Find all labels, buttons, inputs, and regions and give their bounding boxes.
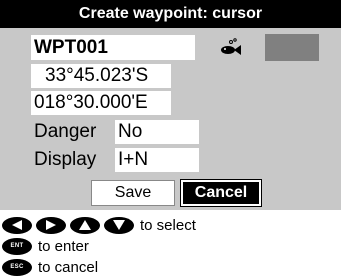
enter-key-label: ENT xyxy=(10,243,24,249)
escape-key-label: ESC xyxy=(10,264,24,270)
latitude-field[interactable]: 33°45.023'S xyxy=(31,64,171,88)
down-arrow-key-icon xyxy=(104,216,134,234)
help-select-text: to select xyxy=(140,216,196,234)
up-arrow-key-icon xyxy=(70,216,100,234)
danger-field[interactable]: No xyxy=(115,120,199,144)
cancel-button[interactable]: Cancel xyxy=(180,179,262,207)
dialog-title: Create waypoint: cursor xyxy=(0,0,341,28)
display-field[interactable]: I+N xyxy=(115,148,199,172)
waypoint-color-swatch[interactable] xyxy=(265,34,319,61)
save-button[interactable]: Save xyxy=(91,180,175,206)
help-enter-row: ENT to enter xyxy=(2,236,89,256)
right-arrow-key-icon xyxy=(36,216,66,234)
waypoint-name-field[interactable]: WPT001 xyxy=(31,35,195,60)
help-cancel-text: to cancel xyxy=(38,258,99,276)
danger-label: Danger xyxy=(34,121,97,142)
create-waypoint-dialog: Create waypoint: cursor WPT001 33°45.023… xyxy=(0,0,341,210)
escape-key-icon: ESC xyxy=(2,258,32,276)
help-enter-text: to enter xyxy=(38,237,89,255)
left-arrow-key-icon xyxy=(2,216,32,234)
help-cancel-row: ESC to cancel xyxy=(2,257,98,277)
enter-key-icon: ENT xyxy=(2,237,32,255)
longitude-field[interactable]: 018°30.000'E xyxy=(31,91,171,115)
display-label: Display xyxy=(34,149,97,170)
fish-icon[interactable] xyxy=(217,37,243,57)
help-select-row: to select xyxy=(2,214,196,236)
